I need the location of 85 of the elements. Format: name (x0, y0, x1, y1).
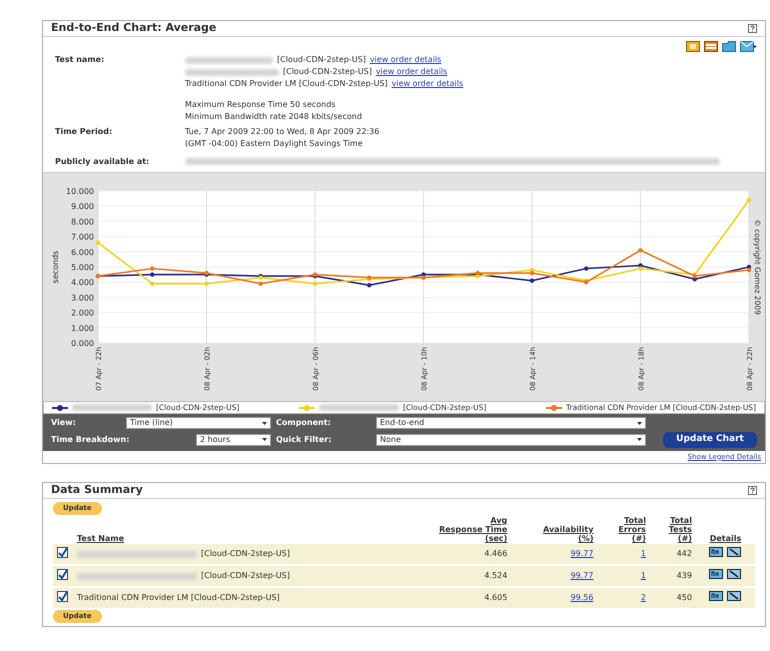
test-name: [Cloud-CDN-2step-US] (283, 66, 372, 78)
limit-text: Minimum Bandwidth rate 2048 kbits/second (185, 111, 363, 123)
availability-link[interactable]: 99.77 (570, 571, 594, 580)
checkbox[interactable] (57, 591, 68, 602)
errors-link[interactable]: 1 (640, 571, 646, 580)
y-tick-label: 8.000 (71, 217, 94, 226)
data-point (204, 282, 209, 286)
scatter-icon[interactable] (727, 569, 742, 580)
panel-title: End-to-End Chart: Average (51, 20, 216, 36)
data-point (150, 282, 154, 286)
test-name: Traditional CDN Provider LM [Cloud-CDN-2step-US] (77, 592, 280, 604)
limit-text: Maximum Response Time 50 seconds (185, 99, 336, 111)
chart-icon[interactable] (709, 547, 724, 558)
column-header[interactable]: Details (696, 514, 755, 544)
test-name: [Cloud-CDN-2step-US] (201, 570, 290, 582)
y-tick-label: 4.000 (71, 278, 94, 288)
data-point (367, 283, 372, 288)
data-point (638, 248, 643, 252)
table-cell: 442 (676, 549, 692, 558)
dropdown[interactable]: End-to-end (376, 417, 646, 429)
panel-title: Data Summary (51, 482, 143, 498)
data-point (746, 198, 752, 202)
dropdown-arrow-icon (262, 438, 267, 442)
data-point (96, 240, 100, 245)
errors-link[interactable]: 2 (640, 593, 646, 602)
field-label: Time Period: (55, 126, 114, 138)
dropdown-arrow-icon (262, 422, 267, 424)
table-icon[interactable] (704, 41, 718, 52)
y-tick-label: 9.000 (71, 202, 94, 212)
data-point (312, 282, 318, 286)
help-icon[interactable] (748, 24, 757, 33)
y-axis-label: seconds (51, 250, 60, 284)
update-chart-button[interactable]: Update Chart (663, 432, 757, 448)
data-point (584, 266, 588, 271)
control-label: Time Breakdown: (51, 434, 130, 446)
y-tick-label: 6.000 (71, 248, 94, 257)
test-name: [Cloud-CDN-2step-US] (277, 54, 366, 66)
y-tick-label: 7.000 (71, 232, 94, 242)
table-cell: 439 (676, 571, 692, 580)
data-point (258, 282, 263, 286)
y-tick-label: 5.000 (71, 263, 94, 272)
view-order-details-link[interactable]: view order details (392, 78, 464, 90)
time-period-text: Tue, 7 Apr 2009 22:00 to Wed, 8 Apr 2009 22:36 (185, 126, 380, 138)
errors-link[interactable]: 1 (640, 549, 646, 558)
control-label: View: (51, 417, 76, 429)
control-label: Quick Filter: (276, 434, 332, 446)
chart-icon[interactable] (709, 591, 724, 602)
availability-link[interactable]: 99.77 (570, 549, 594, 558)
dropdown[interactable]: Time (line) (126, 417, 271, 429)
y-tick-label: 3.000 (71, 293, 94, 302)
column-header[interactable]: Total Errors (#) (597, 514, 650, 544)
checkbox[interactable] (57, 547, 68, 558)
dropdown[interactable]: None (376, 434, 646, 446)
field-label: Test name: (55, 54, 106, 66)
email-icon[interactable] (740, 41, 757, 52)
dropdown[interactable]: 2 hours (196, 434, 271, 446)
dropdown-arrow-icon (637, 422, 642, 424)
y-tick-label: 0.000 (71, 339, 94, 348)
table-cell: 4.524 (484, 571, 508, 580)
data-point (530, 278, 534, 283)
column-header[interactable]: Availability (%) (511, 514, 598, 544)
dropdown-arrow-icon (637, 438, 642, 442)
view-order-details-link[interactable]: view order details (376, 66, 448, 78)
y-tick-label: 2.000 (71, 308, 94, 318)
y-tick-label: 10.000 (66, 187, 94, 196)
column-header[interactable]: Test Name (73, 514, 399, 544)
y-tick-label: 1.000 (71, 324, 94, 333)
help-icon[interactable] (748, 486, 757, 495)
field-label: Publicly available at: (55, 156, 150, 168)
scatter-icon[interactable] (727, 547, 742, 558)
column-header[interactable]: Avg Response Time (sec) (398, 514, 512, 544)
time-period-text: (GMT -04:00) Eastern Daylight Savings Time (185, 138, 364, 150)
column-header[interactable]: Total Tests (#) (650, 514, 696, 544)
view-order-details-link[interactable]: view order details (370, 54, 442, 66)
checkbox[interactable] (57, 569, 68, 580)
test-name: [Cloud-CDN-2step-US] (201, 548, 290, 560)
chart-icon[interactable] (709, 569, 724, 580)
test-name: Traditional CDN Provider LM [Cloud-CDN-2step-US] (185, 78, 388, 90)
availability-link[interactable]: 99.56 (570, 593, 594, 602)
folder-icon[interactable] (722, 41, 736, 52)
control-label: Component: (276, 417, 332, 429)
scatter-icon[interactable] (727, 591, 742, 602)
table-cell: 450 (676, 593, 692, 602)
table-cell: 4.466 (484, 549, 508, 558)
table-cell: 4.605 (484, 593, 508, 602)
